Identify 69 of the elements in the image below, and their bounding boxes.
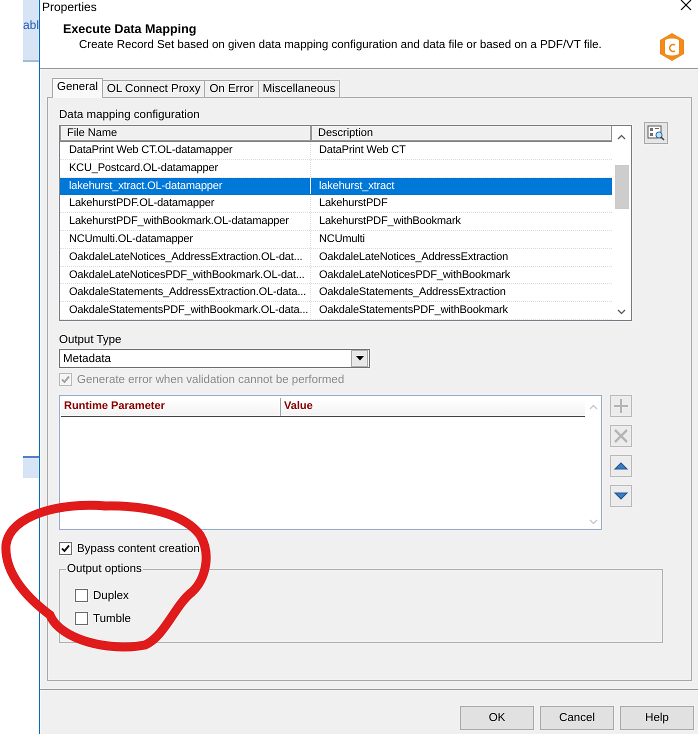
dialog-description: Create Record Set based on given data mapping configuration and data file or based on a PDF/VT file. — [79, 39, 602, 51]
tab[interactable]: Miscellaneous — [258, 80, 340, 97]
table-row[interactable]: LakehurstPDF.OL-datamapper LakehurstPDF — [60, 195, 612, 214]
scroll-down-icon — [588, 519, 598, 525]
table-cell: OakdaleLateNoticesPDF_withBookmark.OL-dat... — [69, 268, 305, 281]
table-row[interactable]: DataPrint Web CT.OL-datamapper DataPrint Web CT — [60, 142, 612, 160]
preview-button[interactable] — [644, 122, 668, 144]
table-cell: OakdaleStatementsPDF_withBookmark — [319, 304, 508, 316]
plus-icon — [613, 398, 629, 414]
dialog-button[interactable]: Help — [620, 706, 694, 730]
scroll-up-icon — [588, 404, 598, 410]
background-window-bar — [23, 456, 39, 478]
background-window-text: abl — [23, 18, 39, 32]
checkmark-icon — [61, 544, 70, 553]
table-row[interactable]: OakdaleLateNotices_AddressExtraction.OL-dat... OakdaleLateNotices_AddressExtraction — [60, 248, 612, 267]
table-cell: lakehurst_xtract — [319, 180, 394, 192]
table-cell: DataPrint Web CT — [319, 144, 406, 156]
table-row[interactable]: OakdaleStatements_AddressExtraction.OL-data... OakdaleStatements_AddressExtraction — [60, 284, 612, 302]
dropdown-caret-icon[interactable] — [356, 356, 364, 361]
selected-row[interactable]: lakehurst_xtract.OL-datamapper lakehurst_xtract — [60, 178, 612, 196]
table-row[interactable]: OakdaleLateNoticesPDF_withBookmark.OL-dat... OakdaleLateNoticesPDF_withBookmark — [60, 266, 612, 284]
table-cell: NCUmulti — [319, 232, 365, 245]
magnifier-list-icon — [647, 125, 665, 141]
checkbox-label: Duplex — [93, 590, 129, 602]
table-cell: LakehurstPDF_withBookmark — [319, 215, 461, 228]
table-row[interactable]: NCUmulti.OL-datamapper NCUmulti — [60, 230, 612, 249]
move-up-button[interactable] — [610, 455, 632, 477]
scroll-down-icon[interactable] — [617, 309, 626, 315]
table-cell: OakdaleStatementsPDF_withBookmark.OL-data... — [69, 304, 308, 316]
checkbox[interactable] — [59, 542, 72, 555]
tab[interactable]: OL Connect Proxy — [102, 80, 206, 97]
window-title: Properties — [42, 0, 97, 14]
close-icon[interactable] — [680, 0, 692, 11]
table-cell: OakdaleLateNoticesPDF_withBookmark — [319, 268, 510, 281]
table-cell: LakehurstPDF_withBookmark.OL-datamapper — [69, 215, 289, 228]
field-label: Output Type — [59, 334, 122, 346]
table-cell: LakehurstPDF — [319, 197, 388, 210]
dialog-button[interactable]: OK — [460, 706, 534, 730]
checkbox-label: Bypass content creation — [77, 542, 200, 554]
table-row[interactable]: LakehurstPDF_withBookmark.OL-datamapper LakehurstPDF_withBookmark — [60, 213, 612, 231]
checkbox[interactable] — [75, 589, 88, 602]
table-row[interactable]: OakdaleStatementsPDF_withBookmark.OL-data... OakdaleStatementsPDF_withBookmark — [60, 302, 612, 320]
scrollbar-thumb[interactable] — [614, 165, 628, 209]
column-header[interactable]: File Name — [60, 126, 311, 141]
table-cell: NCUmulti.OL-datamapper — [69, 232, 193, 245]
move-down-button[interactable] — [610, 485, 632, 507]
table-cell: OakdaleLateNotices_AddressExtraction — [319, 250, 508, 263]
scroll-up-icon[interactable] — [617, 134, 626, 140]
checkbox-label: Generate error when validation cannot be performed — [77, 374, 344, 386]
section-label: Data mapping configuration — [59, 109, 201, 121]
table-cell: KCU_Postcard.OL-datamapper — [69, 162, 218, 174]
cylinder-logo-icon — [658, 32, 686, 62]
table-cell: OakdaleStatements_AddressExtraction — [319, 286, 506, 298]
output-type-dropdown[interactable]: Metadata — [59, 349, 370, 368]
column-header[interactable]: Runtime Parameter — [61, 398, 281, 416]
table-cell: LakehurstPDF.OL-datamapper — [69, 197, 214, 210]
column-header[interactable]: Value — [281, 398, 585, 416]
column-header[interactable]: Description — [311, 126, 612, 141]
table-cell: DataPrint Web CT.OL-datamapper — [69, 144, 232, 156]
table-cell: OakdaleStatements_AddressExtraction.OL-data... — [69, 286, 306, 298]
group-title: Output options — [66, 563, 143, 575]
dialog-button[interactable]: Cancel — [540, 706, 614, 730]
table-cell: OakdaleLateNotices_AddressExtraction.OL-dat... — [69, 250, 302, 263]
checkbox[interactable] — [75, 612, 88, 625]
checkbox-label: Tumble — [93, 612, 131, 624]
tab[interactable]: General — [52, 78, 103, 98]
table-cell: lakehurst_xtract.OL-datamapper — [69, 180, 222, 192]
close-icon — [613, 428, 629, 444]
dialog-heading: Execute Data Mapping — [63, 22, 198, 36]
